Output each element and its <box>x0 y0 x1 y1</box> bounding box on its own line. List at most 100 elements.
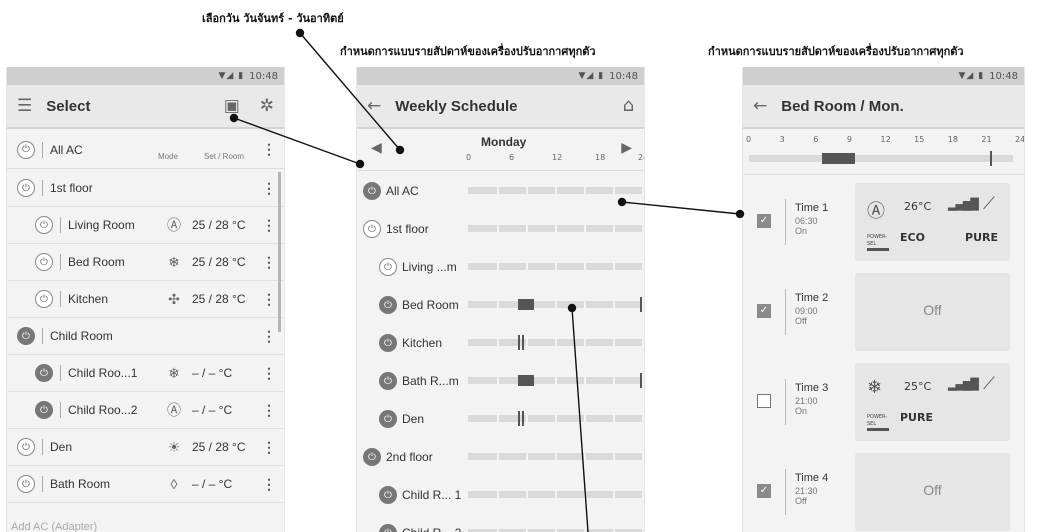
day-timeline[interactable] <box>468 263 642 270</box>
list-item[interactable]: ⏻ 1st floor ⋮ <box>7 170 284 207</box>
hour-gap <box>613 225 615 232</box>
enable-checkbox[interactable]: ✓ <box>757 304 771 318</box>
set-room-temp: 25 / 28 °C <box>192 440 246 454</box>
divider <box>785 469 786 515</box>
power-icon[interactable]: ⏻ <box>35 290 53 308</box>
list-item[interactable]: ⏻ Living Room Ⓐ 25 / 28 °C ⋮ <box>7 207 284 244</box>
schedule-row[interactable]: ⏻ 2nd floor <box>357 441 644 473</box>
back-arrow-icon[interactable]: ← <box>753 97 767 115</box>
list-item[interactable]: ⏻ Child Roo...1 ❄ – / – °C ⋮ <box>7 355 284 392</box>
list-item[interactable]: ⏻ Child Room ⋮ <box>7 318 284 355</box>
more-icon[interactable]: ⋮ <box>262 328 276 345</box>
power-icon[interactable]: ⏻ <box>35 401 53 419</box>
power-icon[interactable]: ⏻ <box>379 372 397 390</box>
more-icon[interactable]: ⋮ <box>262 476 276 493</box>
timer-setting-pane[interactable]: Ⓐ 26°C ▂▄▆█ ⟋ POWER-SEL ECO PURE <box>855 183 1010 261</box>
mode-icon: Ⓐ <box>867 201 885 222</box>
power-icon[interactable]: ⏻ <box>379 486 397 504</box>
timer-row: ✓ Time 1 06:30 On Ⓐ 26°C ▂▄▆█ ⟋ POWER-SEL ECO PURE <box>743 177 1024 265</box>
timer-setting-pane[interactable]: ❄ 25°C ▂▄▆█ ⟋ POWER-SEL PURE <box>855 363 1010 441</box>
all-ac-label: All AC <box>50 142 83 157</box>
calendar-schedule-icon[interactable]: ▣ <box>224 97 240 115</box>
more-icon[interactable]: ⋮ <box>262 439 276 456</box>
back-arrow-icon[interactable]: ← <box>367 97 381 115</box>
power-icon[interactable]: ⏻ <box>379 334 397 352</box>
power-icon[interactable]: ⏻ <box>379 410 397 428</box>
gear-icon[interactable]: ✲ <box>260 97 274 115</box>
more-icon[interactable]: ⋮ <box>262 402 276 419</box>
list-item[interactable]: ⏻ Den ☀ 25 / 28 °C ⋮ <box>7 429 284 466</box>
room-name: Kitchen <box>402 336 443 350</box>
more-icon[interactable]: ⋮ <box>262 291 276 308</box>
power-icon[interactable]: ⏻ <box>379 296 397 314</box>
power-icon[interactable]: ⏻ <box>35 253 53 271</box>
timer-name: Time 2 <box>795 292 829 304</box>
power-icon[interactable]: ⏻ <box>363 220 381 238</box>
room-name: 2nd floor <box>386 450 433 464</box>
list-icon[interactable]: ☰ <box>17 97 32 115</box>
enable-checkbox[interactable] <box>757 394 771 408</box>
schedule-row[interactable]: ⏻ Living ...m <box>357 251 644 283</box>
all-ac-row[interactable]: ⏻ All AC Mode Set / Room ⋮ <box>7 131 284 169</box>
power-icon[interactable]: ⏻ <box>379 524 397 532</box>
more-icon[interactable]: ⋮ <box>262 180 276 197</box>
power-icon[interactable]: ⏻ <box>17 179 35 197</box>
day-timeline[interactable] <box>468 453 642 460</box>
day-timeline[interactable] <box>468 373 642 388</box>
next-day-icon[interactable]: ▶ <box>621 140 632 156</box>
schedule-row[interactable]: ⏻ Kitchen <box>357 327 644 359</box>
room-name: 1st floor <box>50 181 93 195</box>
caption-weekly-setting-detail: กำหนดการแบบรายสัปดาห์ของเครื่องปรับอากาศ… <box>708 45 964 58</box>
add-ac-footer[interactable]: Add AC (Adapter) <box>11 521 97 532</box>
bedroom-timeline[interactable] <box>749 151 1013 166</box>
hour-gap <box>613 491 615 498</box>
divider <box>42 328 43 344</box>
network-icon: ▼◢ ▮ <box>958 71 985 81</box>
enable-checkbox[interactable]: ✓ <box>757 214 771 228</box>
power-icon[interactable]: ⏻ <box>35 364 53 382</box>
day-timeline[interactable] <box>468 335 642 350</box>
schedule-row[interactable]: ⏻ Bed Room <box>357 289 644 321</box>
scrollbar[interactable] <box>278 172 281 332</box>
day-timeline[interactable] <box>468 297 642 312</box>
timer-setting-pane[interactable]: Off <box>855 273 1010 351</box>
axis-tick-label: 12 <box>880 135 891 144</box>
schedule-row[interactable]: ⏻ Child R... 1 <box>357 479 644 511</box>
more-icon[interactable]: ⋮ <box>262 141 276 158</box>
day-timeline[interactable] <box>468 491 642 498</box>
day-timeline[interactable] <box>468 225 642 232</box>
power-icon[interactable]: ⏻ <box>17 438 35 456</box>
room-name: Den <box>402 412 425 426</box>
power-icon[interactable]: ⏻ <box>17 140 35 159</box>
more-icon[interactable]: ⋮ <box>262 217 276 234</box>
previous-day-icon[interactable]: ◀ <box>371 140 382 156</box>
home-icon[interactable]: ⌂ <box>623 97 634 115</box>
list-item[interactable]: ⏻ Child Roo...2 Ⓐ – / – °C ⋮ <box>7 392 284 429</box>
schedule-row[interactable]: ⏻ Den <box>357 403 644 435</box>
schedule-row[interactable]: ⏻ All AC <box>357 175 644 207</box>
power-icon[interactable]: ⏻ <box>35 216 53 234</box>
day-timeline[interactable] <box>468 187 642 194</box>
power-icon[interactable]: ⏻ <box>363 182 381 200</box>
power-icon[interactable]: ⏻ <box>363 448 381 466</box>
timer-setting-pane[interactable]: Off <box>855 453 1010 531</box>
more-icon[interactable]: ⋮ <box>262 254 276 271</box>
more-icon[interactable]: ⋮ <box>262 365 276 382</box>
power-icon[interactable]: ⏻ <box>17 327 35 345</box>
day-timeline[interactable] <box>468 411 642 426</box>
power-icon[interactable]: ⏻ <box>17 475 35 493</box>
schedule-row[interactable]: ⏻ 1st floor <box>357 213 644 245</box>
power-icon[interactable]: ⏻ <box>379 258 397 276</box>
hour-gap <box>584 491 586 498</box>
schedule-row[interactable]: ⏻ Child R... 2 <box>357 517 644 532</box>
enable-checkbox[interactable]: ✓ <box>757 484 771 498</box>
mode-icon: Ⓐ <box>167 217 181 233</box>
list-item[interactable]: ⏻ Bed Room ❄ 25 / 28 °C ⋮ <box>7 244 284 281</box>
schedule-row[interactable]: ⏻ Bath R...m <box>357 365 644 397</box>
off-label: Off <box>923 302 942 318</box>
room-name: Bath Room <box>50 477 111 491</box>
room-name: Living ...m <box>402 260 457 274</box>
axis-tick-label: 24 <box>1015 135 1025 144</box>
list-item[interactable]: ⏻ Kitchen ✣ 25 / 28 °C ⋮ <box>7 281 284 318</box>
list-item[interactable]: ⏻ Bath Room ◊ – / – °C ⋮ <box>7 466 284 503</box>
